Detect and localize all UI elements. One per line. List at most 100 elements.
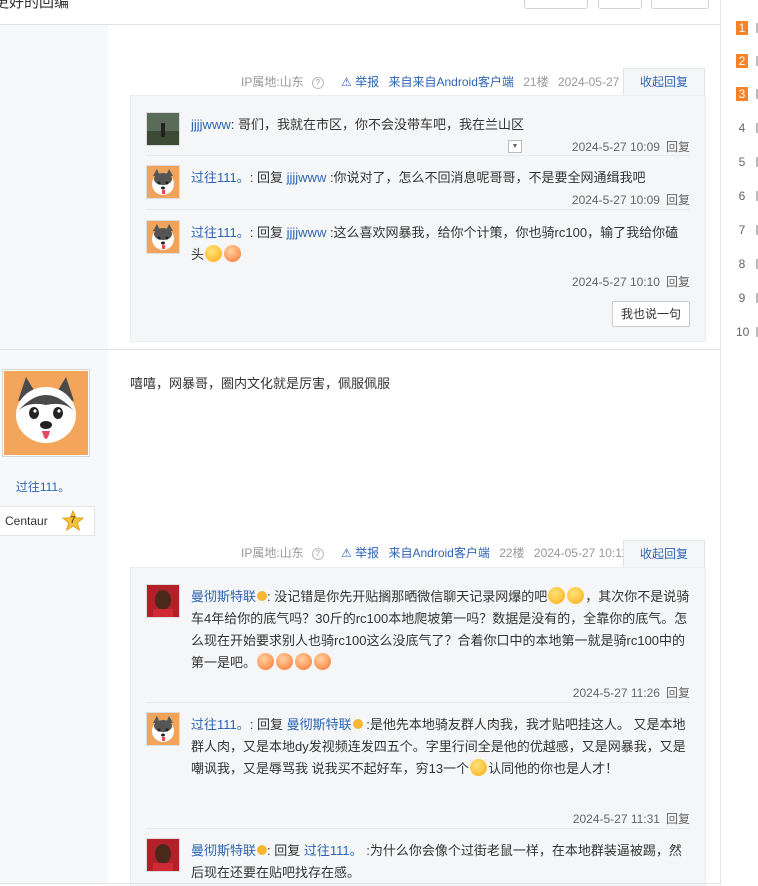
help-icon[interactable]: ? — [311, 76, 324, 89]
level-name: Centaur — [5, 514, 48, 528]
comment-time: 2024-5-27 10:09 — [571, 140, 660, 154]
comment-text: 曼彻斯特联: 没记错是你先开贴搁那晒微信聊天记录网爆的吧 ，其次你不是说骑车4年给… — [191, 586, 691, 674]
rank-number: 2 — [736, 54, 748, 68]
say-something-button[interactable]: 我也说一句 — [612, 301, 690, 327]
comment-item: 过往111。: 回复 jjjjwww :这么喜欢网暴我，给你个计策，你也骑rc1… — [146, 220, 690, 290]
avatar[interactable] — [146, 712, 180, 746]
rank-number: 10 — [736, 325, 750, 339]
comment-body-continued: 认同他的你也是人才！ — [488, 761, 619, 776]
emoji-icon — [352, 719, 363, 729]
expand-icon[interactable]: ▼ — [508, 140, 522, 153]
avatar[interactable] — [146, 584, 180, 618]
divider — [146, 828, 690, 829]
collapse-replies-button[interactable]: 收起回复 — [623, 68, 705, 95]
floor-number: 21楼 — [523, 75, 549, 89]
collapse-replies-button[interactable]: 收起回复 — [623, 540, 705, 567]
comment-body: : 哥们，我就在市区，你不会没带车吧，我在兰山区 — [230, 117, 524, 132]
rank-number: 1 — [736, 21, 748, 35]
avatar[interactable] — [146, 838, 180, 872]
comment-username[interactable]: 曼彻斯特联 — [191, 843, 268, 858]
poster-avatar[interactable] — [2, 369, 90, 457]
reply-link[interactable]: 回复 — [666, 140, 690, 154]
avatar-image — [147, 113, 179, 145]
comment-footer: 2024-5-27 10:10 回复 — [572, 273, 690, 290]
comment-username[interactable]: 过往111。 — [191, 717, 250, 732]
help-icon[interactable]: ? — [311, 547, 324, 560]
comment-time: 2024-5-27 10:10 — [571, 275, 660, 289]
comment-text: 过往111。: 回复 曼彻斯特联 :是他先本地骑友群人肉我，我才贴吧挂这人。 又… — [191, 714, 691, 780]
comment-footer: 2024-5-27 11:31 回复 — [573, 810, 690, 827]
header-button-2[interactable] — [598, 0, 642, 9]
reply-prefix: : 回复 — [249, 225, 287, 240]
reply-link[interactable]: 回复 — [666, 686, 690, 700]
reply-target-user[interactable]: 过往111。 — [304, 843, 363, 858]
reply-link[interactable]: 回复 — [666, 275, 690, 289]
husky-avatar-image — [4, 371, 88, 455]
emoji-icon — [257, 845, 268, 855]
client-text[interactable]: 来自Android客户端 — [413, 75, 514, 89]
comment-item: 过往111。: 回复 曼彻斯特联 :是他先本地骑友群人肉我，我才贴吧挂这人。 又… — [146, 712, 690, 828]
avatar-image — [147, 585, 179, 617]
comment-text: jjjjwww: 哥们，我就在市区，你不会没带车吧，我在兰山区 — [191, 114, 691, 136]
level-badge[interactable]: Centaur 7 — [0, 506, 95, 536]
husky-avatar-image — [147, 221, 179, 253]
comment-time: 2024-5-27 11:31 — [572, 812, 660, 826]
emoji-icon — [257, 591, 268, 601]
reply-prefix: : 回复 — [249, 170, 287, 185]
client-text[interactable]: 来自Android客户端 — [388, 546, 489, 560]
comment-text: 过往111。: 回复 jjjjwww :你说对了，怎么不回消息呢哥哥，不是要全网… — [191, 167, 691, 189]
avatar[interactable] — [146, 112, 180, 146]
reply-target-user[interactable]: jjjjwww — [287, 170, 327, 185]
emoji-icon — [314, 653, 332, 670]
ip-location: IP属地:山东 — [241, 75, 304, 89]
reply-prefix: : 回复 — [249, 717, 287, 732]
avatar[interactable] — [146, 165, 180, 199]
comment-text: 曼彻斯特联: 回复 过往111。 :为什么你会像个过街老鼠一样，在本地群装逼被踢… — [191, 840, 691, 884]
rank-number: 4 — [738, 121, 746, 135]
bottom-divider — [0, 883, 720, 884]
husky-avatar-image — [147, 166, 179, 198]
floor-number: 22楼 — [499, 546, 525, 560]
comment-item: 过往111。: 回复 jjjjwww :你说对了，怎么不回消息呢哥哥，不是要全网… — [146, 165, 690, 209]
comment-time: 2024-5-27 11:26 — [572, 686, 660, 700]
floor-divider — [0, 349, 720, 350]
comment-username[interactable]: jjjjwww — [191, 117, 231, 132]
ip-location: IP属地:山东 — [241, 546, 304, 560]
rank-number: 9 — [738, 291, 746, 305]
comment-username[interactable]: 过往111。 — [191, 225, 250, 240]
emoji-icon — [257, 653, 275, 670]
report-link[interactable]: ⚠ 举报 — [341, 75, 379, 89]
rank-number: 5 — [738, 155, 746, 169]
comment-username[interactable]: 过往111。 — [191, 170, 250, 185]
reply-link[interactable]: 回复 — [666, 812, 690, 826]
hot-rank-sidebar: 1 2 3 4 5 6 7 8 9 10 — [720, 0, 758, 885]
emoji-icon — [224, 245, 242, 262]
reply-target-user[interactable]: 曼彻斯特联 — [287, 717, 363, 732]
comment-footer: 2024-5-27 10:09 回复 — [572, 138, 690, 155]
emoji-icon — [205, 245, 223, 262]
reply-prefix: : 回复 — [267, 843, 304, 858]
post-time: 2024-05-27 10:11 — [533, 546, 628, 560]
header-button-1[interactable] — [524, 0, 588, 9]
floor-21-meta: IP属地:山东? ⚠ 举报 来自来自Android客户端 21楼 2024-05… — [241, 71, 659, 93]
client-source[interactable]: 来自来自Android客户端 — [388, 75, 513, 89]
comment-username[interactable]: 曼彻斯特联 — [191, 589, 268, 604]
client-source[interactable]: 来自Android客户端 — [388, 546, 489, 560]
thread-header: 更好的回编 — [0, 0, 720, 25]
comment-time: 2024-5-27 10:09 — [571, 193, 660, 207]
emoji-icon — [567, 587, 585, 604]
rank-number: 8 — [738, 257, 746, 271]
reply-target-user[interactable]: jjjjwww — [287, 225, 327, 240]
reply-link[interactable]: 回复 — [666, 193, 690, 207]
avatar[interactable] — [146, 220, 180, 254]
divider — [146, 702, 690, 703]
comment-text: 过往111。: 回复 jjjjwww :这么喜欢网暴我，给你个计策，你也骑rc1… — [191, 222, 691, 266]
divider — [146, 209, 690, 210]
comment-body: :你说对了，怎么不回消息呢哥哥，不是要全网通缉我吧 — [326, 170, 646, 185]
comment-item: 曼彻斯特联: 回复 过往111。 :为什么你会像个过街老鼠一样，在本地群装逼被踢… — [146, 838, 690, 886]
level-number: 7 — [70, 515, 76, 526]
header-button-3[interactable] — [651, 0, 709, 9]
poster-name[interactable]: 过往111。 — [0, 478, 86, 495]
comment-item: jjjjwww: 哥们，我就在市区，你不会没带车吧，我在兰山区 2024-5-2… — [146, 112, 690, 156]
report-link[interactable]: ⚠ 举报 — [341, 546, 379, 560]
